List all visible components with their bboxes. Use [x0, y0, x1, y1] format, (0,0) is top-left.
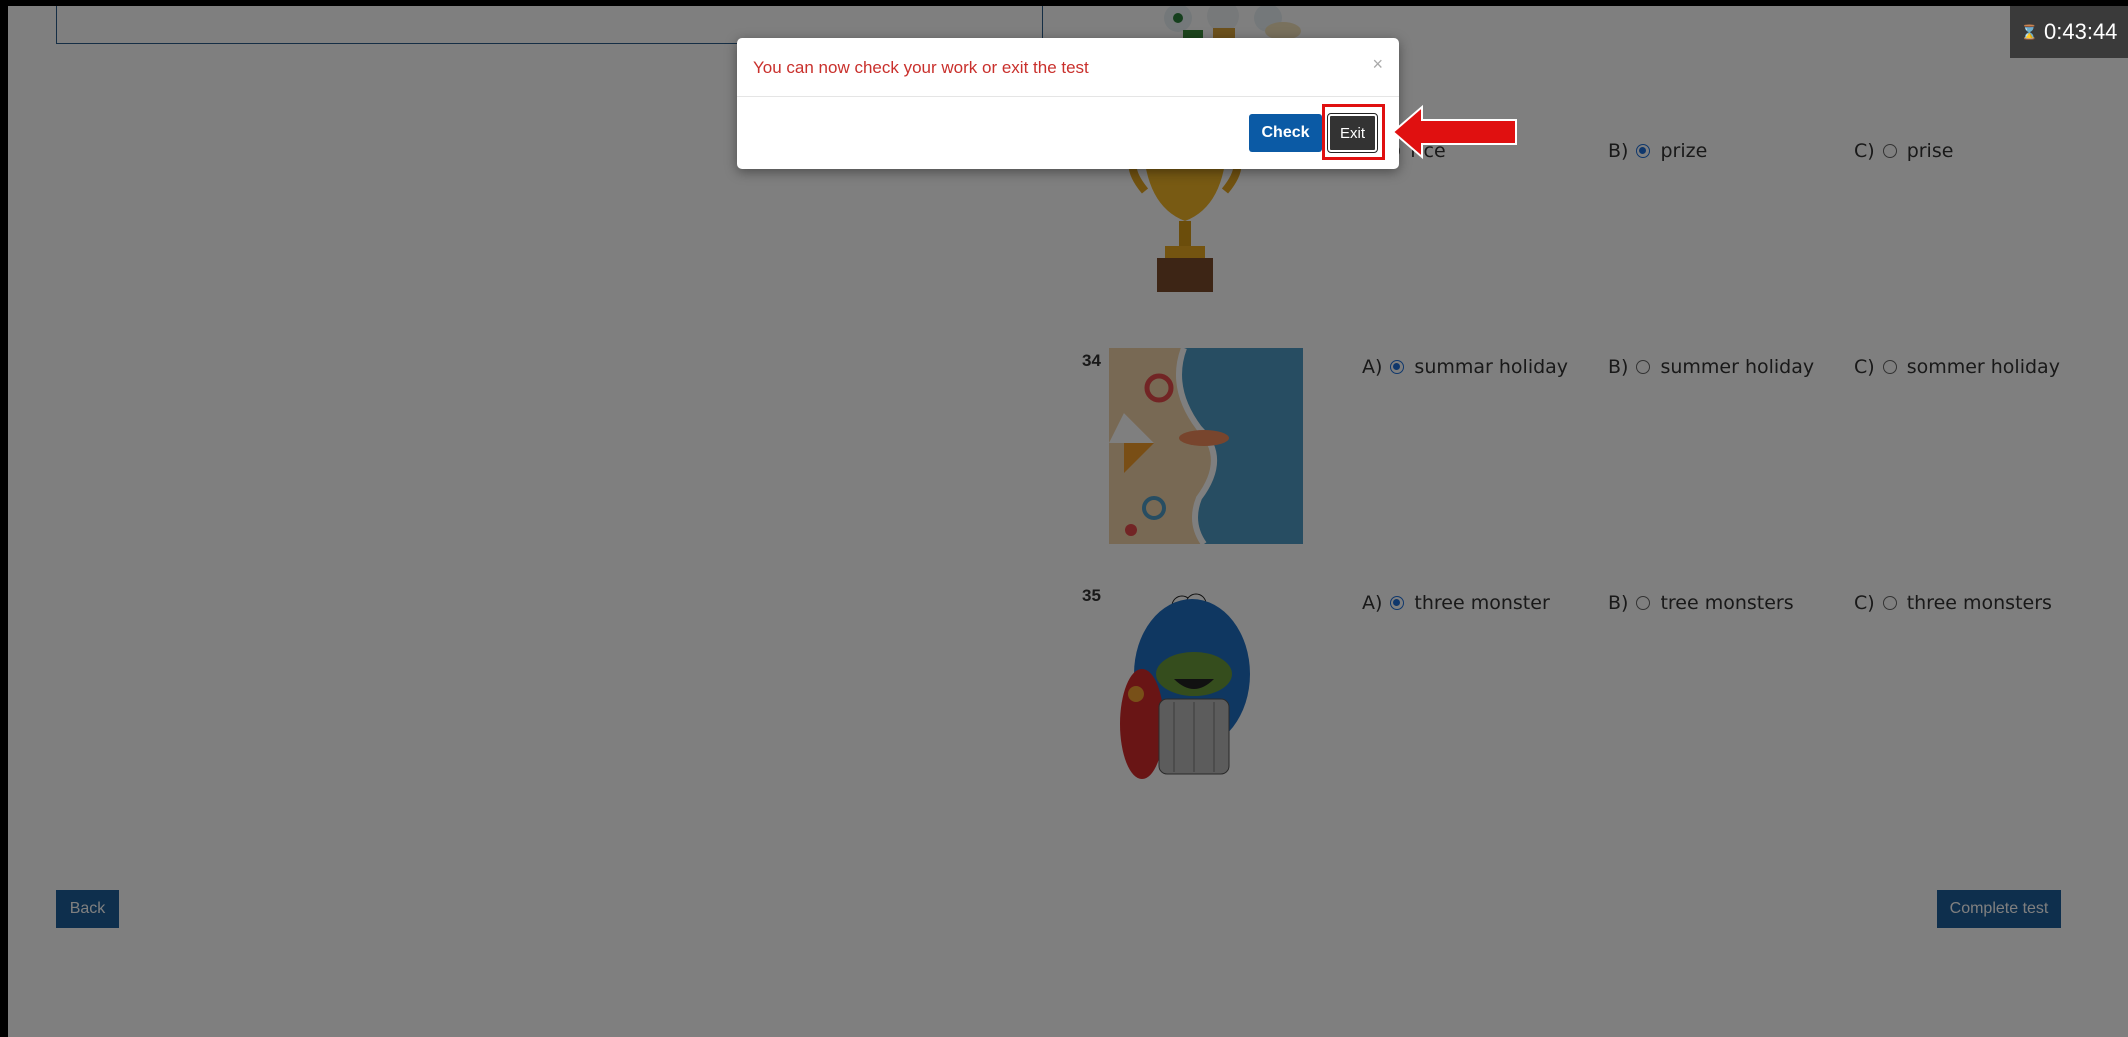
timer: ⌛ 0:43:44 [2010, 6, 2128, 58]
exit-test-dialog: You can now check your work or exit the … [737, 38, 1399, 169]
pointer-arrow-icon [1391, 104, 1517, 160]
check-button[interactable]: Check [1249, 114, 1322, 152]
close-icon[interactable]: × [1372, 54, 1383, 75]
dialog-message: You can now check your work or exit the … [753, 58, 1089, 77]
dialog-header: You can now check your work or exit the … [737, 38, 1399, 97]
hourglass-icon: ⌛ [2020, 23, 2039, 40]
timer-value: 0:43:44 [2044, 19, 2118, 44]
exit-highlight-box [1322, 104, 1385, 160]
test-page: 34 35 A) rice B) prize C) prise [8, 6, 2128, 1037]
